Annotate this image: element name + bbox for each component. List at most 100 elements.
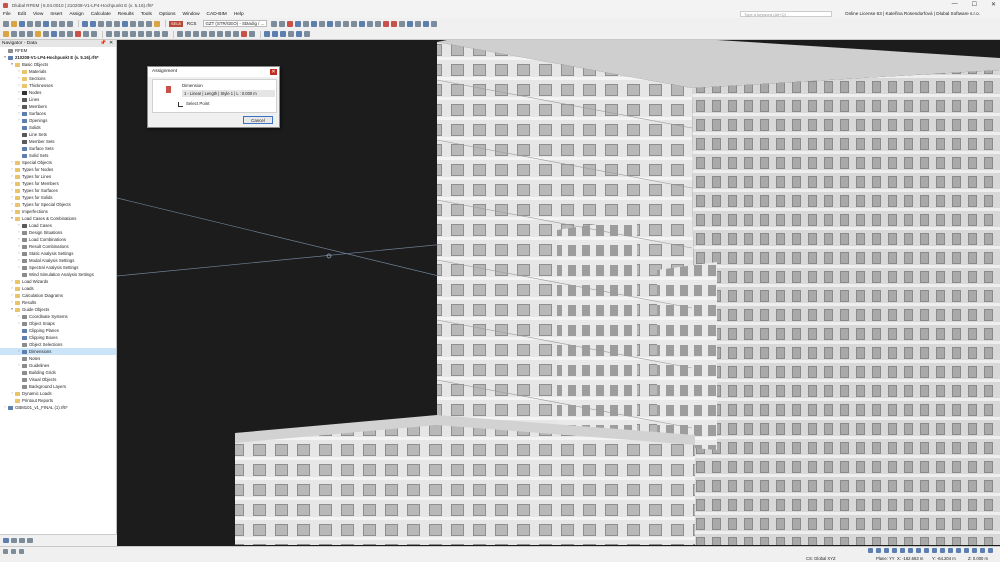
tree-toggle-icon[interactable]: ›	[17, 103, 21, 110]
settings-icon[interactable]	[146, 20, 152, 27]
tree-item[interactable]: › Design Situations	[0, 229, 116, 236]
hinge-icon[interactable]	[43, 31, 49, 37]
menu-tools[interactable]: Tools	[141, 12, 152, 17]
measure-icon[interactable]	[177, 31, 183, 37]
results-icon[interactable]	[154, 20, 160, 27]
tree-item[interactable]: › Types for Members	[0, 180, 116, 187]
tree-item[interactable]: Background Layers	[0, 383, 116, 390]
view-y-icon[interactable]	[343, 20, 350, 27]
ortho-icon[interactable]	[225, 31, 231, 37]
redo-icon[interactable]	[67, 20, 73, 27]
selection-badge[interactable]: SEL8	[169, 20, 183, 27]
select-mode-icon[interactable]	[11, 549, 16, 554]
clipping-icon[interactable]	[383, 20, 390, 27]
snap-icon[interactable]	[209, 31, 215, 37]
extrude-icon[interactable]	[162, 31, 168, 37]
visibility-status-icon[interactable]	[916, 548, 921, 553]
tree-item[interactable]: › Types for Special Objects	[0, 201, 116, 208]
move-icon[interactable]	[106, 31, 112, 37]
layer-status-icon[interactable]	[980, 548, 985, 553]
line-icon[interactable]	[11, 31, 17, 37]
tree-item[interactable]: Visual Objects	[0, 376, 116, 383]
tree-toggle-icon[interactable]: ›	[17, 96, 21, 103]
tree-item[interactable]: ▾ Guide Objects	[0, 306, 116, 313]
wireframe-icon[interactable]	[367, 20, 374, 27]
menu-edit[interactable]: Edit	[18, 12, 26, 17]
tree-item[interactable]: › Load Wizards	[0, 278, 116, 285]
previous-icon[interactable]	[271, 20, 278, 27]
menu-assign[interactable]: Assign	[69, 12, 83, 17]
measure-status-icon[interactable]	[964, 548, 969, 553]
tree-toggle-icon[interactable]: ▾	[10, 306, 14, 313]
tree-toggle-icon[interactable]: ›	[17, 110, 21, 117]
tree-item[interactable]: › Sections	[0, 75, 116, 82]
tree-toggle-icon[interactable]: ›	[10, 285, 14, 292]
tree-toggle-icon[interactable]: ›	[17, 222, 21, 229]
tree-item[interactable]: › Materials	[0, 68, 116, 75]
tree-toggle-icon[interactable]: ›	[17, 257, 21, 264]
tree-item[interactable]: Clipping Planes	[0, 327, 116, 334]
layers-icon[interactable]	[114, 20, 120, 27]
surface-load-icon[interactable]	[91, 31, 97, 37]
maximize-button[interactable]: ☐	[972, 1, 977, 8]
tree-item[interactable]: › Loads	[0, 285, 116, 292]
copy-icon[interactable]	[114, 31, 120, 37]
tree-item[interactable]: › Types for Lines	[0, 173, 116, 180]
tree-toggle-icon[interactable]: ›	[10, 390, 14, 397]
plane-xy-icon[interactable]	[264, 31, 270, 37]
cancel-button[interactable]: Cancel	[243, 116, 273, 124]
close-window-button[interactable]: ✕	[991, 1, 996, 8]
cs-status-icon[interactable]	[932, 548, 937, 553]
view-iso-icon[interactable]	[327, 20, 334, 27]
cursor-icon[interactable]	[3, 549, 8, 554]
show-results-icon[interactable]	[287, 20, 294, 27]
tree-toggle-icon[interactable]: ›	[17, 229, 21, 236]
plane-custom-icon[interactable]	[288, 31, 294, 37]
tree-toggle-icon[interactable]: ▾	[10, 61, 14, 68]
more-icon[interactable]	[431, 20, 438, 27]
print-preview-icon[interactable]	[35, 20, 41, 27]
menu-window[interactable]: Window	[182, 12, 199, 17]
view-mode-icon[interactable]	[82, 20, 88, 27]
view-x-icon[interactable]	[335, 20, 342, 27]
snap-toggle-icon[interactable]	[19, 549, 24, 554]
next-icon[interactable]	[279, 20, 286, 27]
tree-item[interactable]: › Surfaces	[0, 110, 116, 117]
tree-item[interactable]: › Modal Analysis Settings	[0, 257, 116, 264]
display-properties-icon[interactable]	[407, 20, 414, 27]
tree-item[interactable]: › Dynamic Loads	[0, 390, 116, 397]
tree-item[interactable]: › Nodes	[0, 89, 116, 96]
tree-item[interactable]: Clipping Boxes	[0, 334, 116, 341]
workplane-status-icon[interactable]	[924, 548, 929, 553]
calculator-icon[interactable]	[130, 20, 136, 27]
close-icon[interactable]: ✕	[109, 40, 113, 47]
tree-toggle-icon[interactable]: ›	[17, 250, 21, 257]
line-load-icon[interactable]	[83, 31, 89, 37]
display-icon[interactable]	[90, 20, 96, 27]
tree-toggle-icon[interactable]: ›	[17, 348, 21, 355]
tree-item[interactable]: ▾ Load Cases & Combinations	[0, 215, 116, 222]
view-status-icon[interactable]	[940, 548, 945, 553]
deformation-icon[interactable]	[295, 20, 302, 27]
model-icon[interactable]	[423, 20, 430, 27]
menu-file[interactable]: File	[3, 12, 11, 17]
note-icon[interactable]	[193, 31, 199, 37]
visibility-icon[interactable]	[391, 20, 398, 27]
tree-item[interactable]: › Load Cases	[0, 222, 116, 229]
tree-item[interactable]: Member Sets	[0, 138, 116, 145]
tree-item[interactable]: › Members	[0, 103, 116, 110]
more-status-icon[interactable]	[988, 548, 993, 553]
tree-toggle-icon[interactable]: ›	[10, 278, 14, 285]
snap-status-icon[interactable]	[868, 548, 873, 553]
open-file-icon[interactable]	[11, 20, 17, 27]
plane-yz-icon[interactable]	[280, 31, 286, 37]
result-table-icon[interactable]	[311, 20, 318, 27]
tree-item[interactable]: › Static Analysis Settings	[0, 250, 116, 257]
filter-status-icon[interactable]	[972, 548, 977, 553]
display-tab-icon[interactable]	[11, 538, 17, 543]
undo-icon[interactable]	[59, 20, 65, 27]
animation-icon[interactable]	[319, 20, 326, 27]
views-tab-icon[interactable]	[19, 538, 25, 543]
search-input[interactable]: Type a keyword (Alt+Q)	[740, 11, 832, 17]
load-combination-select[interactable]: GZT (STR/GEO) - Ständig / ...	[202, 20, 268, 27]
